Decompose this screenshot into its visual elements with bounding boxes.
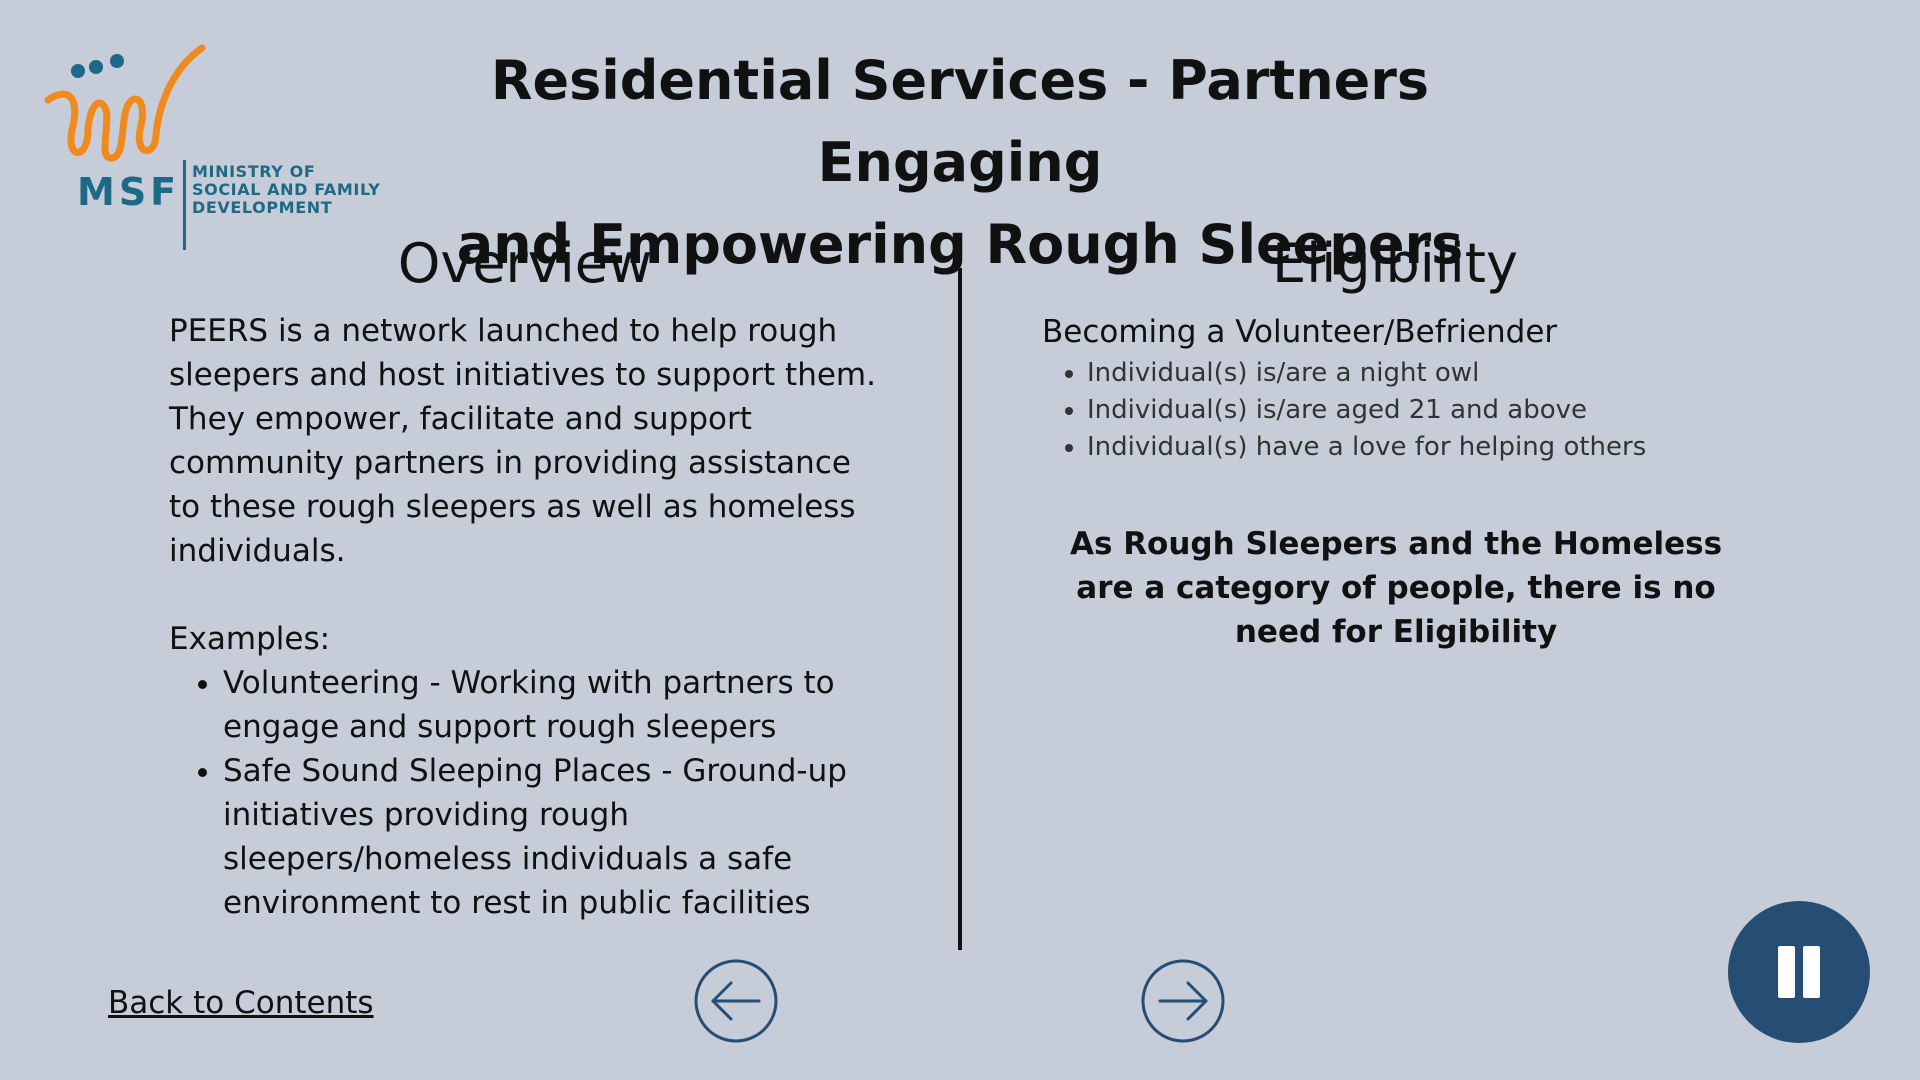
example-item: Volunteering - Working with partners to … [223,661,889,749]
msf-logo: MSF MINISTRY OF SOCIAL AND FAMILY DEVELO… [40,40,390,250]
criteria-item: Individual(s) have a love for helping ot… [1087,429,1787,466]
eligibility-heading: Eligibility [1272,232,1518,295]
logo-text-line-3: DEVELOPMENT [192,198,333,217]
arrow-right-circle-icon [1141,959,1225,1043]
msf-logo-figures-icon [44,44,206,162]
page-title-line-1: Residential Services - Partners Engaging [490,49,1430,194]
criteria-item: Individual(s) is/are a night owl [1087,355,1787,392]
next-button[interactable] [1140,958,1226,1044]
back-to-contents-link[interactable]: Back to Contents [108,985,374,1021]
examples-list: Volunteering - Working with partners to … [169,661,889,925]
overview-description: PEERS is a network launched to help roug… [169,313,876,569]
logo-text-line-2: SOCIAL AND FAMILY [192,180,381,199]
previous-button[interactable] [693,958,779,1044]
eligibility-note: As Rough Sleepers and the Homeless are a… [1069,526,1723,650]
column-divider [958,268,962,950]
arrow-left-circle-icon [694,959,778,1043]
criteria-item: Individual(s) is/are aged 21 and above [1087,392,1787,429]
overview-heading: Overview [397,232,653,295]
logo-text-line-1: MINISTRY OF [192,162,316,181]
msf-abbreviation: MSF [77,170,181,214]
eligibility-subheading: Becoming a Volunteer/Befriender [1042,314,1558,350]
eligibility-criteria-list: Individual(s) is/are a night owl Individ… [1042,355,1787,466]
example-item: Safe Sound Sleeping Places - Ground-up i… [223,749,889,925]
pause-button[interactable] [1728,901,1870,1043]
examples-label: Examples: [169,621,331,657]
overview-section: PEERS is a network launched to help roug… [169,309,889,925]
